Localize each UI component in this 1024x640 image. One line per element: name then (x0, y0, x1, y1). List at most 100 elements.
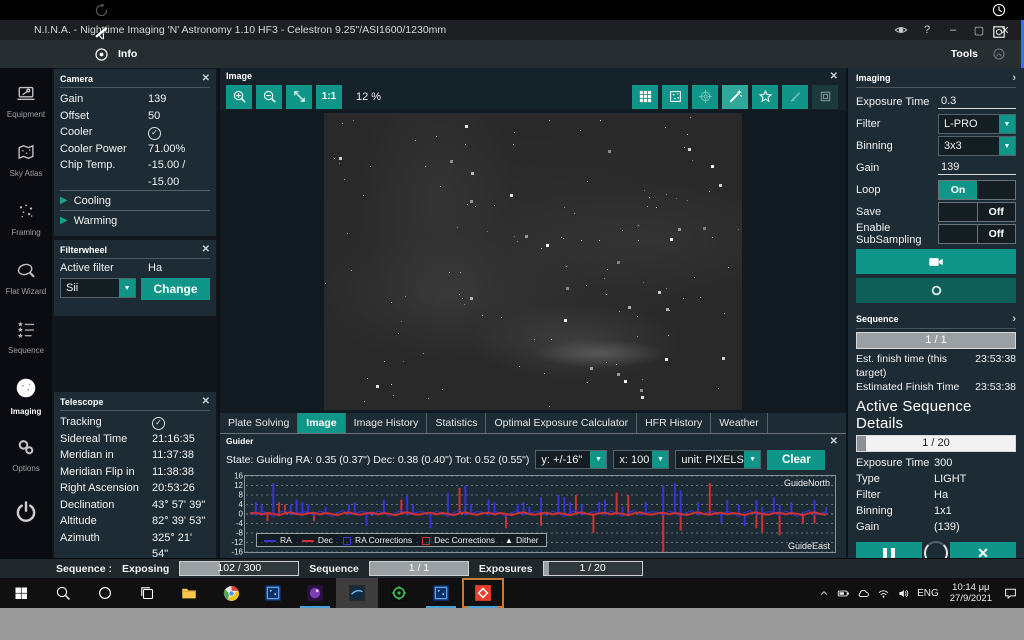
sidebar-item-framing[interactable]: Framing (0, 190, 52, 249)
autofocus-icon[interactable] (986, 43, 1012, 65)
setting-toggle[interactable]: On (938, 180, 1016, 200)
zoom-out-icon[interactable] (256, 85, 282, 109)
app-blue2-icon[interactable] (420, 578, 462, 608)
clear-button[interactable]: Clear (767, 450, 825, 470)
setting-label: Loop (856, 184, 938, 196)
svg-text:8: 8 (239, 491, 244, 500)
minimize-button[interactable]: – (940, 21, 966, 39)
zoom-in-icon[interactable] (226, 85, 252, 109)
sidebar-item-imaging[interactable]: Imaging (0, 367, 52, 426)
legend-swatch (264, 540, 276, 542)
tab-image-history[interactable]: Image History (346, 413, 428, 433)
setting-label: Gain (856, 162, 938, 174)
sequence-detail-row: FilterHa (856, 487, 1016, 503)
star-detect-icon[interactable] (752, 85, 778, 109)
app-red-icon[interactable] (462, 578, 504, 608)
tray-battery-icon[interactable] (837, 587, 850, 600)
collapse-icon[interactable]: › (1012, 313, 1016, 325)
annotate-icon[interactable] (782, 85, 808, 109)
legend-label: Dec Corrections (434, 535, 495, 545)
toggle-side: On (939, 181, 977, 199)
collapse-icon[interactable]: › (1012, 72, 1016, 84)
close-icon[interactable]: ✕ (202, 73, 210, 84)
sidebar-item-sequence[interactable]: ★★★Sequence (0, 308, 52, 367)
right-panels: Imaging› Exposure Time0.3FilterL-PRO▼Bin… (848, 68, 1024, 558)
tab-weather[interactable]: Weather (711, 413, 768, 433)
one-to-one-button[interactable]: 1:1 (316, 85, 342, 109)
settings-square-icon[interactable] (986, 21, 1012, 43)
setting-input[interactable]: 139 (938, 161, 1016, 175)
taskbar-clock[interactable]: 10:14 μμ 27/9/2021 (950, 582, 992, 604)
info-label[interactable]: Info (118, 48, 137, 60)
telescope-icon[interactable] (88, 21, 114, 43)
tray-volume-icon[interactable] (897, 587, 910, 600)
tab-hfr-history[interactable]: HFR History (637, 413, 711, 433)
close-icon[interactable]: ✕ (830, 71, 838, 82)
guider-yscale-select[interactable]: y: +/-16"▼ (535, 450, 607, 469)
guider-xscale-select[interactable]: x: 100▼ (613, 450, 669, 469)
close-icon[interactable]: ✕ (202, 396, 210, 407)
help-button[interactable]: ? (914, 21, 940, 39)
sidebar-item-sky-atlas[interactable]: Sky Atlas (0, 131, 52, 190)
search-button[interactable] (42, 578, 84, 608)
crosshair-icon[interactable] (692, 85, 718, 109)
grid-icon[interactable] (632, 85, 658, 109)
sidebar-item-options[interactable]: Options (0, 426, 52, 485)
task-view-button[interactable] (126, 578, 168, 608)
cortana-button[interactable] (84, 578, 126, 608)
action-center-icon[interactable] (1003, 586, 1018, 601)
wand-icon[interactable] (722, 85, 748, 109)
close-icon[interactable]: ✕ (830, 436, 838, 447)
tray-chevron-icon[interactable] (818, 587, 830, 599)
expander-warming[interactable]: ▶Warming (60, 210, 210, 230)
change-filter-button[interactable]: Change (141, 278, 210, 300)
chevron-down-icon: ▼ (744, 451, 760, 468)
capture-button[interactable] (856, 249, 1016, 274)
tools-label: Tools (951, 48, 978, 60)
guider-icon[interactable] (88, 43, 114, 65)
setting-toggle[interactable]: Off (938, 224, 1016, 244)
subframe-icon[interactable] (812, 85, 838, 109)
close-icon[interactable]: ✕ (202, 244, 210, 255)
sidebar-item-label: Imaging (11, 408, 42, 417)
tray-onedrive-icon[interactable] (857, 587, 870, 600)
tray-wifi-icon[interactable] (877, 587, 890, 600)
rotator-icon[interactable] (88, 0, 114, 21)
setting-input[interactable]: 0.3 (938, 95, 1016, 109)
app-purple-icon[interactable] (294, 578, 336, 608)
left-panels: Camera✕ Gain139Offset50Cooler✓Cooler Pow… (52, 68, 218, 558)
setting-select[interactable]: L-PRO▼ (938, 114, 1016, 134)
guider-unit-select[interactable]: unit: PIXELS▼ (675, 450, 761, 469)
setting-select[interactable]: 3x3▼ (938, 136, 1016, 156)
filter-select[interactable]: Sii▼ (60, 278, 136, 298)
property-row: Tracking✓ (60, 414, 210, 431)
tab-image[interactable]: Image (298, 413, 345, 433)
imaging-settings-button[interactable] (856, 278, 1016, 303)
svg-text:16: 16 (234, 472, 243, 481)
setting-toggle[interactable]: Off (938, 202, 1016, 222)
chrome-icon[interactable] (210, 578, 252, 608)
platesolve-stars-icon[interactable] (662, 85, 688, 109)
night-vision-icon[interactable] (888, 21, 914, 39)
tab-optimal-exposure-calculator[interactable]: Optimal Exposure Calculator (486, 413, 637, 433)
image-display[interactable] (220, 110, 846, 413)
sidebar-item-equipment[interactable]: Equipment (0, 72, 52, 131)
tab-statistics[interactable]: Statistics (427, 413, 486, 433)
fit-image-icon[interactable] (286, 85, 312, 109)
power-button[interactable] (0, 485, 52, 544)
nina-app-icon[interactable] (336, 578, 378, 608)
exposure-progress: 1 / 20 (856, 435, 1016, 452)
phd2-icon[interactable] (378, 578, 420, 608)
file-explorer-icon[interactable] (168, 578, 210, 608)
stars (324, 113, 325, 114)
app-blue-icon[interactable] (252, 578, 294, 608)
tab-plate-solving[interactable]: Plate Solving (220, 413, 298, 433)
start-button[interactable] (0, 578, 42, 608)
check-circle-icon: ✓ (148, 127, 161, 140)
expander-cooling[interactable]: ▶Cooling (60, 190, 210, 210)
sidebar-item-flat-wizard[interactable]: Flat Wizard (0, 249, 52, 308)
language-indicator[interactable]: ENG (917, 588, 939, 599)
property-value: 21:16:35 (152, 431, 210, 448)
history-icon[interactable] (986, 0, 1012, 21)
property-value: ✓ (148, 124, 210, 141)
